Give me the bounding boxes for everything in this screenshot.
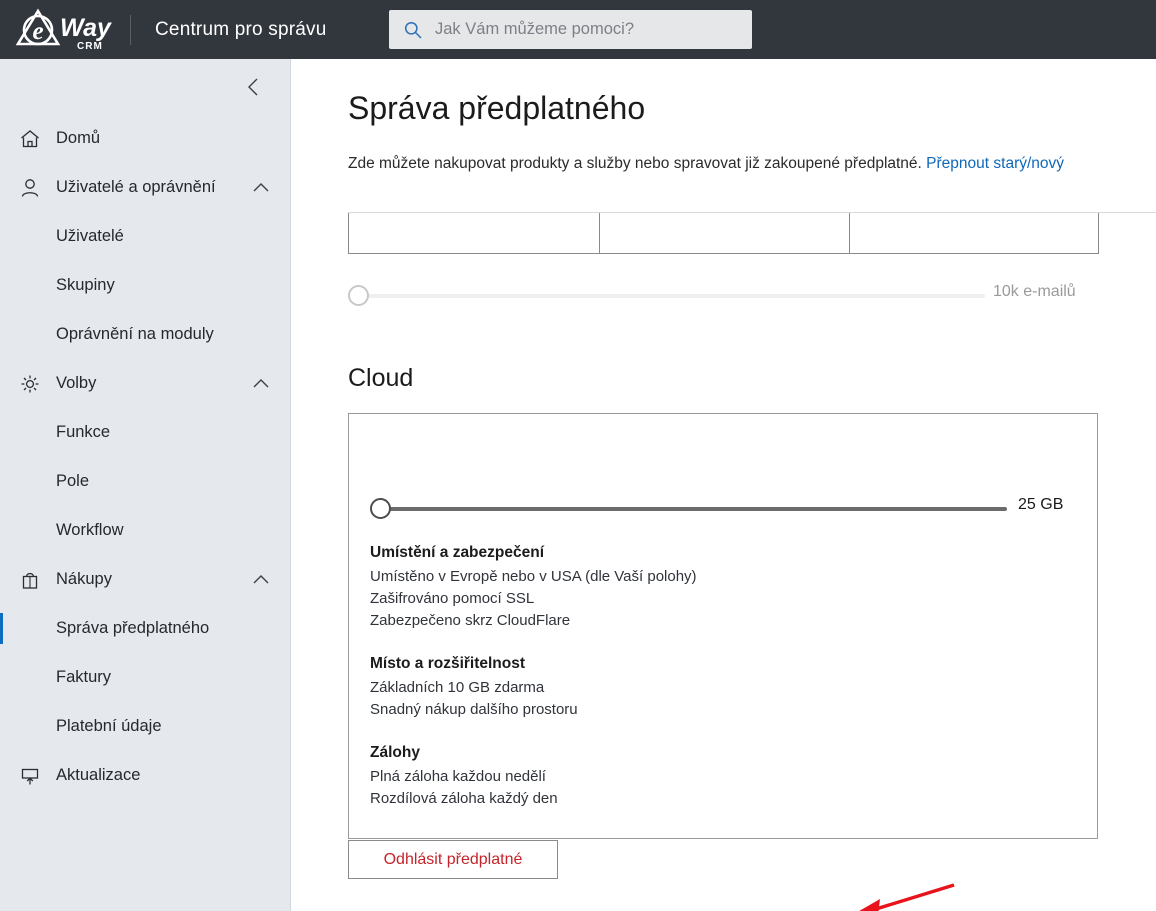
sidebar-item-label: Aktualizace (56, 766, 141, 784)
sidebar-item-label: Správa předplatného (56, 619, 210, 637)
sidebar-item-skupiny[interactable]: Skupiny (0, 261, 291, 310)
sidebar-item-workflow[interactable]: Workflow (0, 506, 291, 555)
sidebar-item-funkce[interactable]: Funkce (0, 408, 291, 457)
sidebar-item-label: Pole (56, 472, 90, 490)
sidebar-item-uzivatele[interactable]: Uživatelé (0, 212, 291, 261)
search-placeholder-text: Jak Vám můžeme pomoci? (435, 20, 634, 38)
user-icon (17, 175, 43, 201)
cloud-feature-list: Umístění a zabezpečení Umístěno v Evropě… (370, 542, 1070, 810)
cloud-storage-value: 25 GB (1018, 496, 1064, 513)
sidebar-item-volby[interactable]: Volby (0, 359, 291, 408)
sidebar-item-sprava-predplatneho[interactable]: Správa předplatného (0, 604, 291, 653)
unsubscribe-button[interactable]: Odhlásit předplatné (348, 840, 558, 879)
sidebar-nav: Domů Uživatelé a oprávnění Uživatelé Sku… (0, 114, 291, 800)
svg-text:CRM: CRM (77, 41, 103, 52)
search-icon (404, 21, 422, 39)
feature-group-title: Místo a rozšiřitelnost (370, 655, 526, 672)
svg-text:Way: Way (60, 14, 112, 42)
monitor-update-icon (17, 763, 43, 789)
sidebar-item-label: Domů (56, 129, 101, 147)
slider-track[interactable] (387, 507, 1007, 511)
sidebar-item-label: Skupiny (56, 276, 115, 294)
feature-line: Zašifrováno pomocí SSL (370, 590, 535, 607)
slider-thumb[interactable] (348, 285, 369, 306)
eway-crm-logo-icon: e Way CRM (15, 7, 112, 52)
page-subtitle: Zde můžete nakupovat produkty a služby n… (348, 155, 1064, 173)
chevron-up-icon[interactable] (252, 571, 270, 589)
app-title: Centrum pro správu (155, 18, 327, 40)
sidebar-item-uzivatele-a-opravneni[interactable]: Uživatelé a oprávnění (0, 163, 291, 212)
email-quota-slider[interactable]: 10k e-mailů (348, 283, 1148, 307)
slider-thumb[interactable] (370, 498, 391, 519)
sidebar-item-pole[interactable]: Pole (0, 457, 291, 506)
sidebar: Domů Uživatelé a oprávnění Uživatelé Sku… (0, 59, 291, 911)
sidebar-item-label: Workflow (56, 521, 124, 539)
sidebar-collapse-button[interactable] (236, 69, 272, 105)
sidebar-item-platebni-udaje[interactable]: Platební údaje (0, 702, 291, 751)
sidebar-item-opravneni-na-moduly[interactable]: Oprávnění na moduly (0, 310, 291, 359)
plan-columns-partial (348, 213, 1099, 254)
top-header-bar: e Way CRM Centrum pro správu Jak Vám můž… (0, 0, 1156, 59)
sidebar-item-faktury[interactable]: Faktury (0, 653, 291, 702)
feature-line: Snadný nákup dalšího prostoru (370, 701, 578, 718)
sidebar-item-label: Platební údaje (56, 717, 162, 735)
plan-column-divider (849, 213, 850, 253)
feature-group-title: Zálohy (370, 744, 420, 761)
plan-column-divider (599, 213, 600, 253)
eway-crm-logo[interactable]: e Way CRM (0, 0, 130, 59)
feature-line: Základních 10 GB zdarma (370, 679, 545, 696)
feature-line: Plná záloha každou nedělí (370, 768, 546, 785)
feature-group: Místo a rozšiřitelnost Základních 10 GB … (370, 653, 1070, 721)
main-content: Správa předplatného Zde můžete nakupovat… (291, 59, 1156, 911)
feature-line: Umístěno v Evropě nebo v USA (dle Vaší p… (370, 568, 697, 585)
cloud-storage-slider[interactable]: 25 GB (370, 496, 1070, 520)
sidebar-item-label: Uživatelé a oprávnění (56, 178, 216, 196)
sidebar-item-label: Nákupy (56, 570, 112, 588)
cloud-section-heading: Cloud (348, 364, 414, 392)
feature-group: Zálohy Plná záloha každou nedělí Rozdílo… (370, 742, 1070, 810)
chevron-up-icon[interactable] (252, 179, 270, 197)
sidebar-item-aktualizace[interactable]: Aktualizace (0, 751, 291, 800)
switch-old-new-link[interactable]: Přepnout starý/nový (926, 155, 1064, 172)
feature-line: Zabezpečeno skrz CloudFlare (370, 612, 571, 629)
cloud-card: 25 GB Umístění a zabezpečení Umístěno v … (348, 413, 1098, 839)
slider-track[interactable] (365, 294, 985, 298)
svg-text:e: e (32, 18, 43, 45)
page-subtitle-text: Zde můžete nakupovat produkty a služby n… (348, 155, 922, 172)
home-icon (17, 126, 43, 152)
shopping-bag-icon (17, 567, 43, 593)
sidebar-item-label: Uživatelé (56, 227, 124, 245)
chevron-left-icon (248, 78, 258, 96)
feature-group-title: Umístění a zabezpečení (370, 544, 545, 561)
feature-group: Umístění a zabezpečení Umístěno v Evropě… (370, 542, 1070, 632)
chevron-up-icon[interactable] (252, 375, 270, 393)
sidebar-item-label: Oprávnění na moduly (56, 325, 214, 343)
gear-icon (17, 371, 43, 397)
email-quota-value: 10k e-mailů (993, 283, 1076, 300)
annotation-arrow (859, 883, 955, 911)
sidebar-item-label: Faktury (56, 668, 112, 686)
feature-line: Rozdílová záloha každý den (370, 790, 558, 807)
sidebar-item-label: Volby (56, 374, 97, 392)
page-title: Správa předplatného (348, 90, 646, 126)
search-input[interactable]: Jak Vám můžeme pomoci? (389, 10, 752, 49)
sidebar-item-domu[interactable]: Domů (0, 114, 291, 163)
sidebar-item-label: Funkce (56, 423, 111, 441)
sidebar-item-nakupy[interactable]: Nákupy (0, 555, 291, 604)
